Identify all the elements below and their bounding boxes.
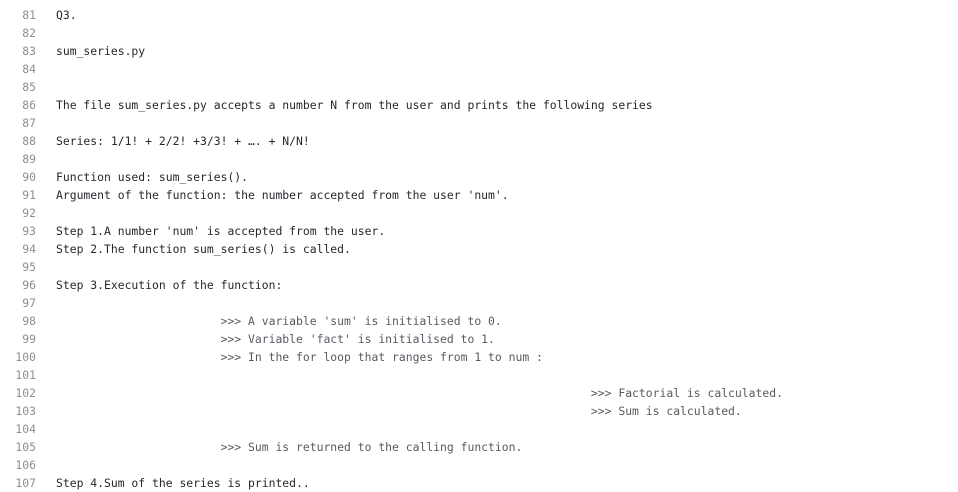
code-line: 97 <box>0 294 958 312</box>
code-text: >>> Sum is calculated. <box>56 404 742 418</box>
code-line: 92 <box>0 204 958 222</box>
line-number: 106 <box>15 458 36 472</box>
code-text: >>> Variable 'fact' is initialised to 1. <box>56 332 495 346</box>
code-line: 102 >>> Factorial is calculated. <box>0 384 958 402</box>
line-number: 107 <box>15 476 36 490</box>
code-editor[interactable]: 81 Q3. 82 83 sum_series.py 84 85 86 The fil… <box>0 0 958 491</box>
code-line: 83 sum_series.py <box>0 42 958 60</box>
code-line: 89 <box>0 150 958 168</box>
line-number: 88 <box>22 134 36 148</box>
code-text: >>> Factorial is calculated. <box>56 386 783 400</box>
code-line: 105 >>> Sum is returned to the calling f… <box>0 438 958 456</box>
code-text: Step 3.Execution of the function: <box>56 278 283 292</box>
code-line: 104 <box>0 420 958 438</box>
line-number: 84 <box>22 62 36 76</box>
code-line: 96 Step 3.Execution of the function: <box>0 276 958 294</box>
code-line: 90 Function used: sum_series(). <box>0 168 958 186</box>
code-text: Step 1.A number 'num' is accepted from t… <box>56 224 386 238</box>
line-number: 100 <box>15 350 36 364</box>
code-text: >>> In the for loop that ranges from 1 t… <box>56 350 543 364</box>
line-number: 87 <box>22 116 36 130</box>
code-line: 86 The file sum_series.py accepts a numbe… <box>0 96 958 114</box>
line-number: 91 <box>22 188 36 202</box>
line-number: 90 <box>22 170 36 184</box>
code-line: 85 <box>0 78 958 96</box>
line-number: 92 <box>22 206 36 220</box>
code-line: 101 <box>0 366 958 384</box>
line-number: 103 <box>15 404 36 418</box>
code-line: 98 >>> A variable 'sum' is initialised t… <box>0 312 958 330</box>
line-number: 82 <box>22 26 36 40</box>
line-number: 98 <box>22 314 36 328</box>
code-line: 94 Step 2.The function sum_series() is ca… <box>0 240 958 258</box>
code-line: 100 >>> In the for loop that ranges from… <box>0 348 958 366</box>
code-line: 107 Step 4.Sum of the series is printed.. <box>0 474 958 492</box>
line-number: 101 <box>15 368 36 382</box>
line-number: 104 <box>15 422 36 436</box>
line-number: 102 <box>15 386 36 400</box>
code-text: Function used: sum_series(). <box>56 170 249 184</box>
code-line: 91 Argument of the function: the number a… <box>0 186 958 204</box>
code-line: 84 <box>0 60 958 78</box>
code-text: >>> A variable 'sum' is initialised to 0… <box>56 314 502 328</box>
line-number: 86 <box>22 98 36 112</box>
code-line: 93 Step 1.A number 'num' is accepted from… <box>0 222 958 240</box>
code-line: 103 >>> Sum is calculated. <box>0 402 958 420</box>
code-text: Step 2.The function sum_series() is call… <box>56 242 351 256</box>
code-line: 99 >>> Variable 'fact' is initialised to… <box>0 330 958 348</box>
line-number: 93 <box>22 224 36 238</box>
line-number: 97 <box>22 296 36 310</box>
line-number: 94 <box>22 242 36 256</box>
line-number: 95 <box>22 260 36 274</box>
code-line: 106 <box>0 456 958 474</box>
code-line: 81 Q3. <box>0 6 958 24</box>
code-text: sum_series.py <box>56 44 146 58</box>
line-number: 89 <box>22 152 36 166</box>
code-text: The file sum_series.py accepts a number … <box>56 98 653 112</box>
line-number: 81 <box>22 8 36 22</box>
line-number: 83 <box>22 44 36 58</box>
code-text: Argument of the function: the number acc… <box>56 188 509 202</box>
line-number: 99 <box>22 332 36 346</box>
line-number: 105 <box>15 440 36 454</box>
code-text: Step 4.Sum of the series is printed.. <box>56 476 310 490</box>
code-line: 88 Series: 1/1! + 2/2! +3/3! + …. + N/N! <box>0 132 958 150</box>
line-number: 85 <box>22 80 36 94</box>
code-line: 82 <box>0 24 958 42</box>
code-text: Q3. <box>56 8 77 22</box>
code-text: Series: 1/1! + 2/2! +3/3! + …. + N/N! <box>56 134 310 148</box>
code-line: 87 <box>0 114 958 132</box>
code-text: >>> Sum is returned to the calling funct… <box>56 440 523 454</box>
code-line: 95 <box>0 258 958 276</box>
line-number: 96 <box>22 278 36 292</box>
